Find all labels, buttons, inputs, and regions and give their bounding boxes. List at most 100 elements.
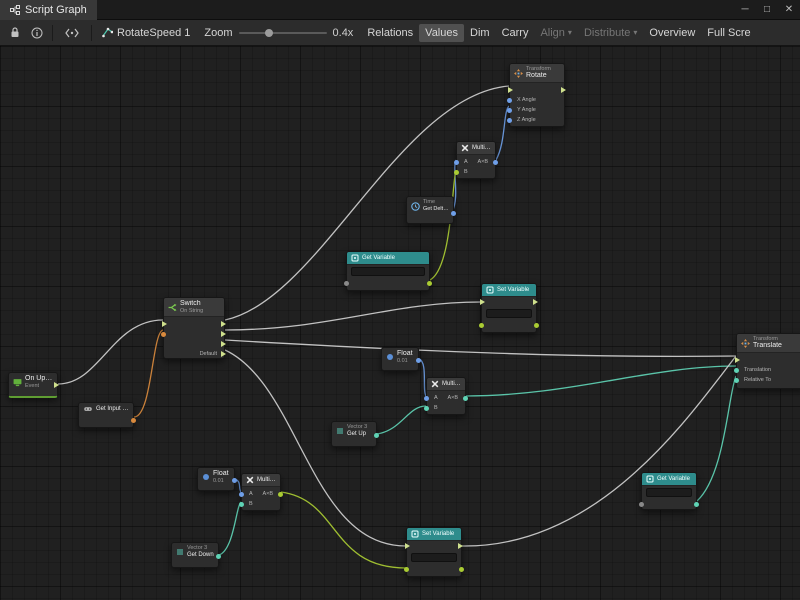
- node-value: 0.01: [213, 478, 229, 484]
- maximize-button[interactable]: □: [756, 0, 778, 20]
- flow-in-port[interactable]: [508, 87, 513, 93]
- flow-in-port[interactable]: [162, 321, 167, 327]
- node-multiply-low[interactable]: Multiply A A×B B: [241, 473, 281, 511]
- node-get-delta-time[interactable]: Time Get Delta Time: [406, 196, 454, 224]
- graph-canvas[interactable]: [0, 46, 800, 600]
- result-out-port[interactable]: [278, 492, 283, 497]
- b-in-port[interactable]: [239, 502, 244, 507]
- flow-out-port[interactable]: [533, 299, 538, 305]
- value-out-port[interactable]: [694, 502, 699, 507]
- port-label: A×B: [262, 491, 273, 497]
- float-out-port[interactable]: [232, 478, 237, 483]
- flow-out-port[interactable]: [221, 331, 226, 337]
- fullscreen-button[interactable]: Full Scre: [701, 24, 756, 42]
- frame-selection-icon[interactable]: [57, 23, 87, 43]
- default-flow-out-port[interactable]: [221, 351, 226, 357]
- node-header: Set Variable: [482, 284, 536, 297]
- toolbar-separator: [52, 25, 53, 41]
- node-float-low[interactable]: Float 0.01: [197, 467, 235, 491]
- node-title: Multiply: [257, 476, 276, 484]
- node-title: Get Delta Time: [423, 205, 449, 213]
- close-button[interactable]: ✕: [778, 0, 800, 20]
- string-out-port[interactable]: [131, 418, 136, 423]
- port-label: B: [464, 169, 468, 175]
- graph-reference[interactable]: RotateSpeed 1: [96, 27, 196, 39]
- tab-script-graph[interactable]: Script Graph: [0, 0, 97, 20]
- flow-in-port[interactable]: [480, 299, 485, 305]
- selector-in-port[interactable]: [161, 332, 166, 337]
- node-on-update[interactable]: On Update Event: [8, 372, 58, 398]
- zoom-slider[interactable]: [239, 32, 327, 34]
- b-in-port[interactable]: [424, 406, 429, 411]
- b-in-port[interactable]: [454, 170, 459, 175]
- lock-icon[interactable]: [4, 23, 26, 43]
- result-out-port[interactable]: [493, 160, 498, 165]
- node-title: Set Variable: [422, 530, 454, 538]
- vector3-icon: [336, 427, 344, 435]
- node-header: Float 0.01: [198, 468, 234, 486]
- a-in-port[interactable]: [454, 160, 459, 165]
- node-switch-on-string[interactable]: Switch On String Default: [163, 297, 225, 359]
- values-button[interactable]: Values: [419, 24, 464, 42]
- overview-button[interactable]: Overview: [643, 24, 701, 42]
- value-out-port[interactable]: [427, 281, 432, 286]
- minimize-button[interactable]: ─: [734, 0, 756, 20]
- align-dropdown[interactable]: Align ▾: [534, 24, 577, 42]
- node-header: On Update Event: [9, 373, 57, 391]
- y-angle-port[interactable]: [507, 108, 512, 113]
- flow-out-port[interactable]: [458, 543, 463, 549]
- translation-in-port[interactable]: [734, 368, 739, 373]
- variable-name-field[interactable]: [646, 488, 692, 497]
- node-set-variable-bottom[interactable]: Set Variable: [406, 527, 462, 577]
- value-out-port[interactable]: [534, 323, 539, 328]
- value-in-port[interactable]: [404, 567, 409, 572]
- carry-button[interactable]: Carry: [496, 24, 535, 42]
- result-out-port[interactable]: [463, 396, 468, 401]
- node-multiply-top[interactable]: Multiply A A×B B: [456, 141, 496, 179]
- vector3-out-port[interactable]: [374, 433, 379, 438]
- flow-in-port[interactable]: [735, 357, 740, 363]
- flow-out-port[interactable]: [221, 321, 226, 327]
- node-header: Vector 3 Get Down: [172, 543, 218, 561]
- zoom-control: Zoom 0.4x: [204, 27, 353, 39]
- vector3-out-port[interactable]: [216, 554, 221, 559]
- flow-out-port[interactable]: [221, 341, 226, 347]
- node-vector3-get-up[interactable]: Vector 3 Get Up: [331, 421, 377, 447]
- node-rotate[interactable]: Transform Rotate X Angle Y Angle Z Angle: [509, 63, 565, 127]
- dim-button[interactable]: Dim: [464, 24, 496, 42]
- float-out-port[interactable]: [451, 211, 456, 216]
- value-out-port[interactable]: [459, 567, 464, 572]
- value-in-port[interactable]: [479, 323, 484, 328]
- node-header: Multiply: [242, 474, 280, 487]
- node-float-mid[interactable]: Float 0.01: [381, 347, 419, 371]
- node-get-variable-right[interactable]: Get Variable: [641, 472, 697, 510]
- variable-name-field[interactable]: [486, 309, 532, 318]
- info-icon[interactable]: [26, 23, 48, 43]
- align-label: Align: [540, 27, 564, 39]
- node-translate[interactable]: Transform Translate Translation Relative…: [736, 333, 800, 389]
- variable-name-field[interactable]: [351, 267, 425, 276]
- flow-in-port[interactable]: [405, 543, 410, 549]
- variable-name-field[interactable]: [411, 553, 457, 562]
- node-set-variable-mid[interactable]: Set Variable: [481, 283, 537, 333]
- flow-out-port[interactable]: [54, 382, 59, 388]
- a-in-port[interactable]: [424, 396, 429, 401]
- fallback-in-port[interactable]: [344, 281, 349, 286]
- distribute-dropdown[interactable]: Distribute ▾: [578, 24, 643, 42]
- a-in-port[interactable]: [239, 492, 244, 497]
- node-title: Set Variable: [497, 286, 529, 294]
- relative-to-in-port[interactable]: [734, 378, 739, 383]
- zoom-slider-handle[interactable]: [265, 29, 273, 37]
- node-vector3-get-down[interactable]: Vector 3 Get Down: [171, 542, 219, 568]
- x-angle-port[interactable]: [507, 98, 512, 103]
- node-get-input-string[interactable]: Get Input String: [78, 402, 134, 428]
- node-get-variable-top[interactable]: Get Variable: [346, 251, 430, 291]
- relations-button[interactable]: Relations: [361, 24, 419, 42]
- node-header: Float 0.01: [382, 348, 418, 366]
- port-label: Translation: [744, 367, 771, 373]
- flow-out-port[interactable]: [561, 87, 566, 93]
- fallback-in-port[interactable]: [639, 502, 644, 507]
- float-out-port[interactable]: [416, 358, 421, 363]
- z-angle-port[interactable]: [507, 118, 512, 123]
- node-multiply-mid[interactable]: Multiply A A×B B: [426, 377, 466, 415]
